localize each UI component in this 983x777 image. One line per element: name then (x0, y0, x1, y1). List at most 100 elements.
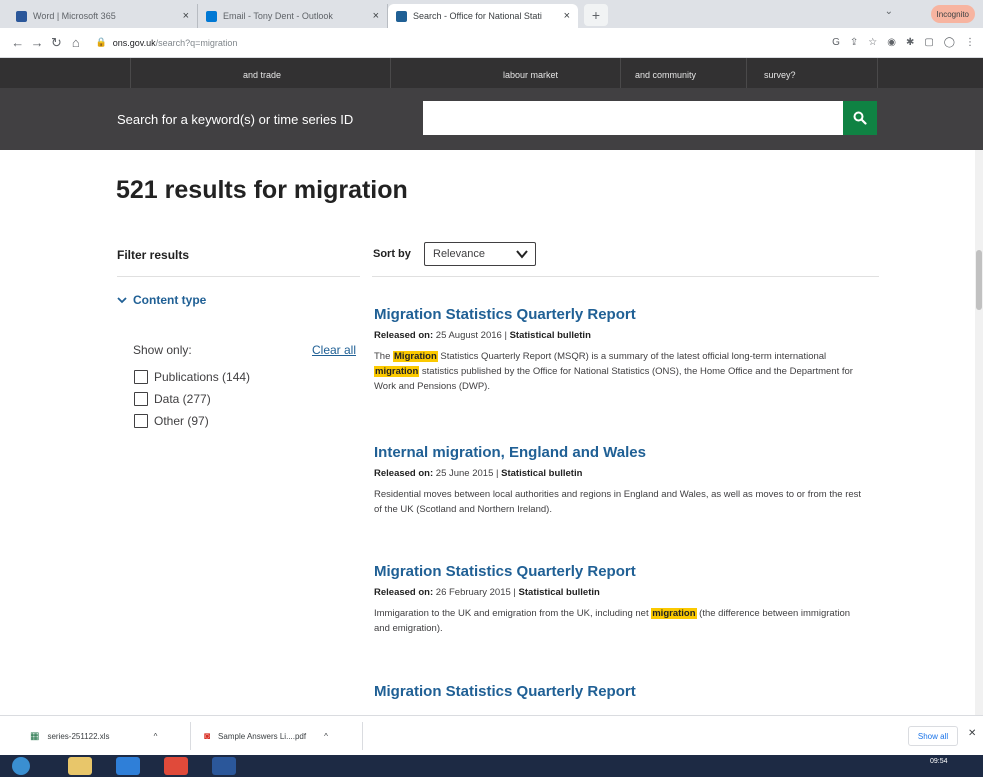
filter-option-data[interactable]: Data (277) (134, 392, 211, 406)
search-highlight: Migration (393, 351, 438, 362)
nav-item-community[interactable]: and community (635, 58, 696, 88)
page-scrollbar[interactable] (975, 150, 983, 715)
result-title-link[interactable]: Internal migration, England and Wales (374, 444, 864, 461)
url-host: ons.gov.uk (112, 37, 156, 48)
tab-outlook[interactable]: Email - Tony Dent - Outlook × (198, 4, 388, 28)
ons-main-nav: and trade labour market and community su… (0, 58, 983, 88)
result-type: Statistical bulletin (501, 468, 583, 479)
sort-selected-value: Relevance (433, 248, 485, 260)
released-label: Released on: (374, 330, 434, 341)
tab-title: Email - Tony Dent - Outlook (223, 11, 333, 21)
new-tab-plus-icon[interactable]: + (584, 4, 608, 26)
close-tab-icon[interactable]: × (373, 10, 379, 22)
checkbox[interactable] (134, 370, 148, 384)
chevron-up-icon[interactable]: ^ (324, 732, 328, 741)
url-field[interactable]: 🔒 ons.gov.uk /search?q=migration (96, 32, 833, 54)
forward-arrow-icon[interactable]: → (27, 35, 46, 50)
menu-kebab-icon[interactable]: ⋮ (965, 37, 975, 48)
close-tab-icon[interactable]: × (564, 10, 570, 22)
results-count: 521 (116, 176, 158, 204)
scrollbar-thumb[interactable] (976, 250, 982, 310)
address-bar-row: ← → ↻ ⌂ 🔒 ons.gov.uk /search?q=migration… (0, 28, 983, 58)
release-date: 25 August 2016 (435, 330, 502, 341)
profile-badge[interactable]: Incognito (930, 5, 975, 23)
download-divider (190, 722, 191, 750)
checkbox[interactable] (134, 392, 148, 406)
content-type-toggle[interactable]: Content type (117, 293, 206, 307)
results-prefix: results for (164, 176, 287, 204)
filter-option-other[interactable]: Other (97) (134, 414, 209, 428)
filter-title: Filter results (117, 248, 190, 262)
desc-text: Immigaration to the UK and emigration fr… (374, 608, 652, 619)
result-description: Residential moves between local authorit… (374, 489, 862, 515)
tab-title: Search - Office for National Stati (413, 11, 542, 21)
browser-tab-strip: Word | Microsoft 365 × Email - Tony Dent… (0, 0, 983, 28)
result-title-link[interactable]: Migration Statistics Quarterly Report (374, 683, 864, 700)
result-description: Immigaration to the UK and emigration fr… (374, 606, 864, 636)
result-type: Statistical bulletin (509, 330, 591, 341)
ons-favicon-icon (396, 10, 407, 22)
show-all-downloads-button[interactable]: Show all (908, 726, 958, 746)
show-only-label: Show only: (133, 343, 192, 357)
url-path: /search?q=migration (155, 37, 238, 48)
result-meta: Released on: 26 February 2015 | Statisti… (374, 587, 600, 598)
result-title-link[interactable]: Migration Statistics Quarterly Report (374, 306, 864, 323)
release-date: 26 February 2015 (435, 587, 511, 598)
nav-item-business-trade[interactable]: and trade (243, 58, 281, 88)
chevron-up-icon[interactable]: ^ (154, 732, 158, 741)
lock-icon: 🔒 (95, 37, 107, 47)
nav-item-survey[interactable]: survey? (764, 58, 796, 88)
result-title-link[interactable]: Migration Statistics Quarterly Report (374, 563, 864, 580)
extension-icon[interactable]: ◉ (887, 37, 896, 48)
reload-icon[interactable]: ↻ (47, 35, 66, 51)
word-favicon-icon (16, 10, 27, 22)
internet-explorer-icon[interactable] (116, 757, 140, 775)
tab-ons-search[interactable]: Search - Office for National Stati × (388, 4, 578, 28)
sort-divider (372, 276, 879, 277)
nav-divider (746, 58, 747, 88)
file-explorer-icon[interactable] (68, 757, 92, 775)
back-arrow-icon[interactable]: ← (8, 35, 27, 50)
start-orb-icon[interactable] (12, 757, 30, 775)
bookmark-star-icon[interactable]: ☆ (868, 37, 877, 48)
sidepanel-icon[interactable]: ▢ (924, 37, 933, 48)
desc-text: Statistics Quarterly Report (MSQR) is a … (437, 351, 827, 362)
search-highlight: migration (374, 366, 420, 377)
search-highlight: migration (651, 608, 697, 619)
outlook-favicon-icon (206, 10, 217, 22)
checkbox[interactable] (134, 414, 148, 428)
download-filename: series-251122.xls (47, 731, 110, 741)
home-icon[interactable]: ⌂ (66, 35, 85, 50)
search-input[interactable] (423, 101, 843, 135)
word-icon[interactable] (212, 757, 236, 775)
windows-taskbar: 09:54 (0, 755, 983, 777)
download-item-pdf[interactable]: ◙ Sample Answers Li....pdf ^ (204, 716, 328, 756)
chevron-down-icon (117, 297, 127, 304)
tab-word[interactable]: Word | Microsoft 365 × (8, 4, 198, 28)
result-meta: Released on: 25 June 2015 | Statistical … (374, 468, 583, 479)
sort-select[interactable]: Relevance (424, 242, 536, 266)
pdf-file-icon: ◙ (204, 730, 211, 742)
close-icon[interactable]: ✕ (968, 728, 976, 739)
share-icon[interactable]: ⇪ (850, 37, 858, 48)
clear-all-link[interactable]: Clear all (312, 343, 356, 357)
puzzle-icon[interactable]: ✱ (906, 37, 914, 48)
released-label: Released on: (374, 468, 434, 479)
nav-item-labour-market[interactable]: labour market (503, 58, 558, 88)
nav-divider (620, 58, 621, 88)
system-clock[interactable]: 09:54 (930, 758, 948, 766)
chrome-icon[interactable] (164, 757, 188, 775)
nav-divider (390, 58, 391, 88)
tab-title: Word | Microsoft 365 (33, 11, 116, 21)
google-icon[interactable]: G (832, 37, 840, 48)
released-label: Released on: (374, 587, 434, 598)
search-band: Search for a keyword(s) or time series I… (0, 88, 983, 150)
search-button[interactable] (843, 101, 877, 135)
search-label: Search for a keyword(s) or time series I… (117, 112, 354, 127)
download-item-xls[interactable]: ▦ series-251122.xls ^ (30, 716, 157, 756)
profile-icon[interactable]: ◯ (944, 37, 955, 48)
tab-search-chevron-icon[interactable]: ⌄ (885, 6, 893, 17)
close-tab-icon[interactable]: × (183, 10, 189, 22)
filter-option-publications[interactable]: Publications (144) (134, 370, 250, 384)
desc-text: The (374, 351, 394, 362)
